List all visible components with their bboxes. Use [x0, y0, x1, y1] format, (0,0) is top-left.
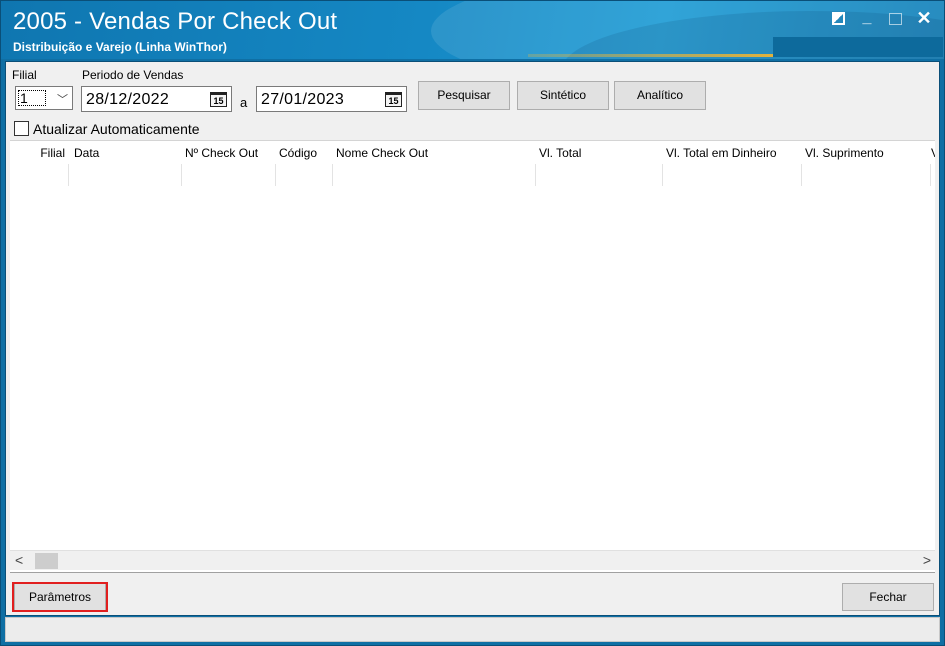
filial-select[interactable]: 1 ﹀	[15, 86, 73, 110]
restore-icon[interactable]	[832, 12, 845, 25]
date-from-field[interactable]: 28/12/2022 15	[81, 86, 232, 112]
column-header-nome-check-out[interactable]: Nome Check Out	[333, 141, 536, 186]
filial-value: 1	[18, 90, 46, 106]
filial-label: Filial	[12, 68, 37, 82]
window-subtitle: Distribuição e Varejo (Linha WinThor)	[13, 40, 227, 54]
scroll-thumb[interactable]	[35, 553, 58, 569]
window-controls: _ ✕	[832, 9, 932, 27]
column-header-vl-suprimento[interactable]: Vl. Suprimento	[802, 141, 931, 186]
main-window: 2005 - Vendas Por Check Out Distribuição…	[0, 0, 945, 646]
periodo-label: Periodo de Vendas	[82, 68, 184, 82]
scroll-right-icon[interactable]: >	[923, 552, 931, 568]
horizontal-scrollbar[interactable]: < >	[10, 550, 935, 570]
column-header-codigo[interactable]: Código	[276, 141, 333, 186]
column-header-filial[interactable]: Filial	[10, 141, 69, 186]
calendar-icon[interactable]: 15	[210, 92, 227, 107]
date-separator: a	[240, 95, 248, 110]
chevron-down-icon[interactable]: ﹀	[57, 91, 68, 107]
sintetico-button[interactable]: Sintético	[517, 81, 609, 110]
grid-header: Filial Data Nº Check Out Código Nome Che…	[10, 141, 935, 186]
window-title: 2005 - Vendas Por Check Out	[13, 8, 338, 35]
grid-divider	[10, 572, 935, 573]
calendar-icon[interactable]: 15	[385, 92, 402, 107]
title-dark-block	[773, 37, 943, 57]
client-area: Filial Periodo de Vendas 1 ﹀ 28/12/2022 …	[5, 61, 940, 616]
column-header-vl-total[interactable]: Vl. Total	[536, 141, 663, 186]
title-bar[interactable]: 2005 - Vendas Por Check Out Distribuição…	[1, 1, 944, 59]
column-header-n-check-out[interactable]: Nº Check Out	[182, 141, 276, 186]
parametros-button[interactable]: Parâmetros	[14, 583, 106, 611]
status-bar	[5, 617, 940, 642]
column-header-partial[interactable]: V	[931, 141, 935, 186]
minimize-button[interactable]: _	[859, 9, 875, 27]
maximize-icon[interactable]	[889, 13, 902, 25]
date-from-value: 28/12/2022	[86, 91, 170, 108]
date-to-value: 27/01/2023	[261, 91, 345, 108]
fechar-button[interactable]: Fechar	[842, 583, 934, 611]
close-button[interactable]: ✕	[916, 9, 932, 27]
scroll-left-icon[interactable]: <	[15, 552, 23, 568]
column-header-data[interactable]: Data	[69, 141, 182, 186]
column-header-vl-total-dinheiro[interactable]: Vl. Total em Dinheiro	[663, 141, 802, 186]
date-to-field[interactable]: 27/01/2023 15	[256, 86, 407, 112]
analitico-button[interactable]: Analítico	[614, 81, 706, 110]
auto-update-label: Atualizar Automaticamente	[33, 121, 200, 137]
title-accent-line	[528, 54, 773, 57]
pesquisar-button[interactable]: Pesquisar	[418, 81, 510, 110]
auto-update-checkbox[interactable]	[14, 121, 29, 136]
results-grid[interactable]: Filial Data Nº Check Out Código Nome Che…	[10, 140, 935, 572]
